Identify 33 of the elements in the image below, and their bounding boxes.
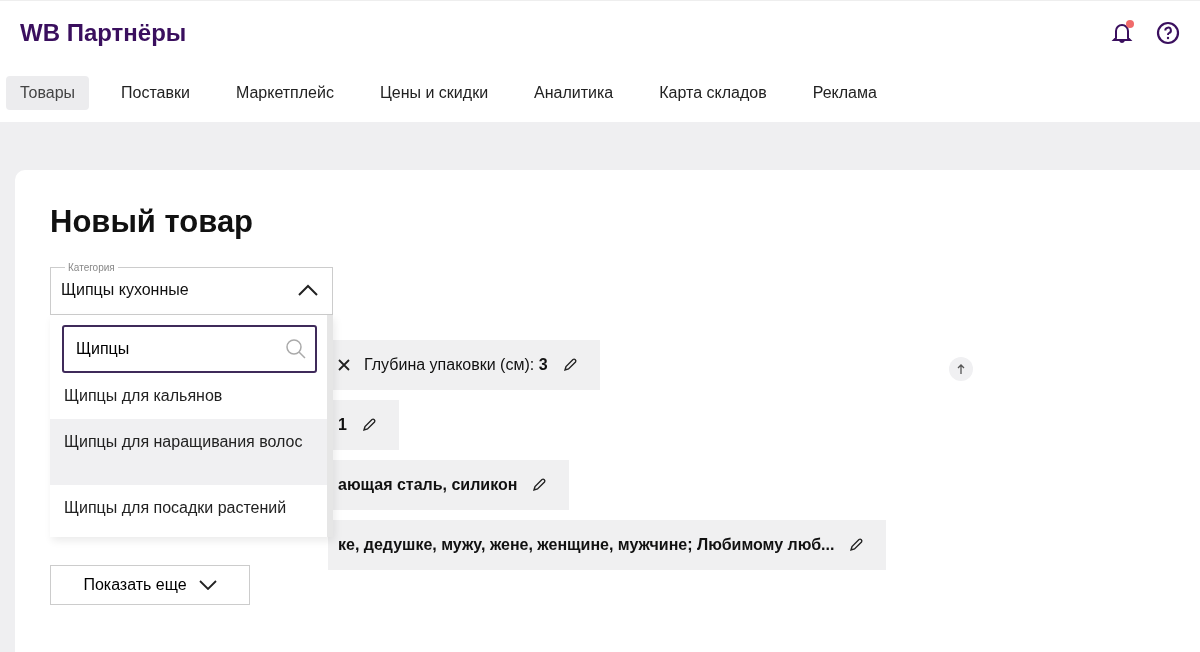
dropdown-option[interactable]: Щипцы для посадки растений — [50, 485, 327, 531]
pencil-icon[interactable] — [360, 417, 377, 433]
chip-text: Глубина упаковки (см): 3 — [364, 356, 548, 374]
dropdown-option[interactable]: Щипцы для кальянов — [50, 373, 327, 419]
page-title: Новый товар — [50, 204, 255, 240]
select-label: Категория — [67, 262, 116, 273]
chip-text: ающая сталь, силикон — [338, 476, 518, 494]
chevron-icon — [298, 283, 318, 296]
help-icon[interactable] — [1156, 21, 1180, 45]
nav-tab[interactable]: Карта складов — [645, 76, 781, 110]
show-more-button[interactable]: Показать еще — [50, 565, 250, 605]
pencil-icon[interactable] — [848, 537, 865, 553]
chevron-down-icon — [198, 580, 217, 590]
dropdown-option[interactable]: Щипцы для наращивания волос — [50, 419, 327, 485]
category-select[interactable]: Категория Щипцы кухонные — [50, 262, 333, 315]
scroll-up-button[interactable] — [949, 357, 973, 381]
close-icon[interactable] — [338, 359, 350, 371]
nav-tab[interactable]: Аналитика — [520, 76, 628, 110]
bell-icon[interactable] — [1110, 20, 1136, 46]
search-icon — [285, 338, 307, 360]
nav-tab[interactable]: Реклама — [798, 76, 891, 110]
nav-tab[interactable]: Цены и скидки — [365, 76, 503, 110]
arrow-up-icon — [957, 364, 965, 374]
nav-tab[interactable]: Поставки — [107, 76, 204, 110]
chip-text: ке, дедушке, мужу, жене, женщине, мужчине; Любимому люб... — [338, 536, 835, 554]
pencil-icon[interactable] — [531, 477, 548, 493]
search-field[interactable]: Щипцы — [62, 325, 317, 373]
logo: WB Партнёры — [20, 19, 187, 47]
chip-text: 1 — [338, 416, 347, 434]
nav-tab[interactable]: Товары — [6, 76, 90, 110]
select-value: Щипцы кухонные — [61, 280, 189, 299]
nav-tab[interactable]: Маркетплейс — [221, 76, 348, 110]
pencil-icon[interactable] — [561, 357, 578, 373]
